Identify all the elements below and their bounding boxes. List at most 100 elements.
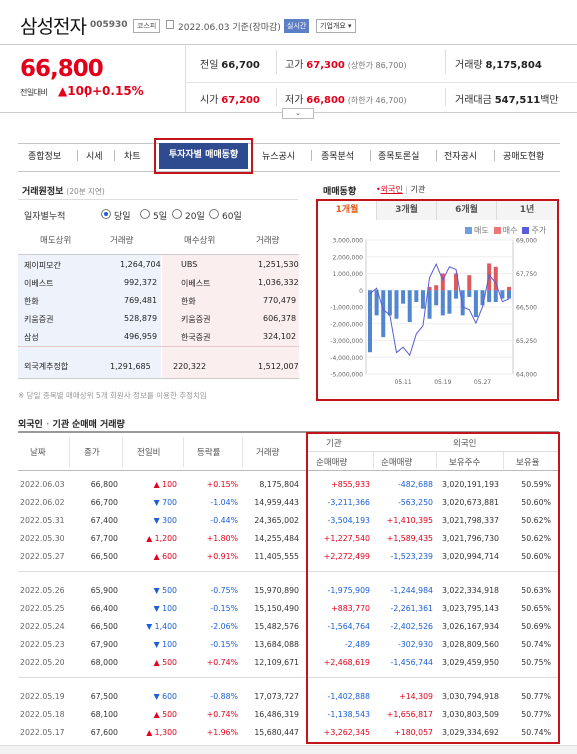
tab-overview[interactable]: 종합정보 xyxy=(28,149,61,162)
company-overview-label: 기업개요 xyxy=(320,22,346,30)
sell-bar xyxy=(401,290,406,304)
base-date: 2022.06.03 기준(장마감) xyxy=(178,23,281,33)
radio-today[interactable] xyxy=(101,209,111,219)
row-volume: 16,486,319 xyxy=(254,710,299,719)
period-tab-1m[interactable]: 1개월 xyxy=(318,201,377,220)
row-close: 67,900 xyxy=(90,640,118,649)
down-arrow-icon: ▼ xyxy=(153,692,163,701)
option-foreign[interactable]: 외국인 xyxy=(381,185,403,194)
row-close: 68,000 xyxy=(90,658,118,667)
row-diff-value: 1,300 xyxy=(154,728,177,737)
company-overview-select[interactable]: 기업개요 ▾ xyxy=(316,19,356,33)
stock-name: 삼성전자 xyxy=(20,16,87,38)
sell-broker: 제이피모간 xyxy=(24,261,61,270)
change-percent: +0.15% xyxy=(92,84,144,98)
row-volume: 24,365,002 xyxy=(254,516,299,525)
up-arrow-icon: ▲ xyxy=(146,534,155,543)
row-rate: +1.80% xyxy=(206,534,238,543)
market-badge: 코스피 xyxy=(133,19,161,33)
option-institution[interactable]: 기관 xyxy=(411,185,426,194)
sell-bar xyxy=(394,290,399,319)
current-price: 66,800 xyxy=(20,56,104,82)
radio-5day-label: 5일 xyxy=(153,212,168,222)
buy-volume: 324,102 xyxy=(263,332,297,341)
row-volume: 12,109,671 xyxy=(254,658,299,667)
row-close: 67,600 xyxy=(90,728,118,737)
inst-foreign-highlight xyxy=(306,432,560,744)
expand-chevron-icon[interactable]: ⌄ xyxy=(282,108,314,119)
row-diff-value: 1,200 xyxy=(154,534,177,543)
sell-bar xyxy=(434,290,439,306)
tab-disclosure[interactable]: 전자공시 xyxy=(444,149,477,162)
row-close: 67,700 xyxy=(90,534,118,543)
row-volume: 15,680,447 xyxy=(254,728,299,737)
divider xyxy=(114,150,115,161)
sell-broker: 삼성 xyxy=(24,333,39,342)
tab-investor-trend[interactable]: 투자자별 매매동향 xyxy=(154,138,253,174)
row-volume: 14,255,484 xyxy=(254,534,299,543)
trader-info-title: 거래원정보 (20분 지연) xyxy=(22,187,105,197)
tab-analysis[interactable]: 종목분석 xyxy=(321,149,354,162)
buy-volume: 770,479 xyxy=(263,296,297,305)
row-diff: ▲ 500 xyxy=(128,710,177,719)
low-price: 저가 66,800 (하한가 46,700) xyxy=(285,95,407,106)
row-date: 2022.05.17 xyxy=(20,728,65,737)
row-close: 67,500 xyxy=(90,692,118,701)
row-diff: ▼ 500 xyxy=(128,586,177,595)
sell-bar xyxy=(507,290,511,299)
radio-20day[interactable] xyxy=(172,209,182,219)
sell-broker: 키움증권 xyxy=(24,315,54,324)
stock-code: 005930 xyxy=(90,20,128,30)
sell-bar xyxy=(467,290,472,297)
row-date: 2022.05.24 xyxy=(20,622,65,631)
sell-bar xyxy=(454,290,459,299)
y-tick-right: 65,250 xyxy=(516,338,537,345)
row-date: 2022.05.23 xyxy=(20,640,65,649)
y-tick-left: 0 xyxy=(359,288,363,295)
row-diff-value: 1,400 xyxy=(154,622,177,631)
sell-volume: 1,264,704 xyxy=(120,260,161,269)
period-tab-1y[interactable]: 1년 xyxy=(497,201,557,220)
radio-60day-label: 60일 xyxy=(222,212,242,222)
period-tab-3m[interactable]: 3개월 xyxy=(377,201,437,220)
sell-bar xyxy=(427,290,432,319)
sell-bar xyxy=(387,290,392,316)
x-tick: 05.27 xyxy=(474,379,491,386)
divider xyxy=(436,150,437,161)
tab-quotes[interactable]: 시세 xyxy=(86,149,103,162)
buy-broker: 한화 xyxy=(181,297,196,306)
sell-bar xyxy=(487,290,492,302)
tab-investor-trend-label: 투자자별 매매동향 xyxy=(159,143,248,169)
row-volume: 15,970,890 xyxy=(254,586,299,595)
y-tick-left: -2,000,000 xyxy=(330,321,363,328)
row-date: 2022.05.18 xyxy=(20,710,65,719)
realtime-button[interactable]: 실시간 xyxy=(284,19,310,33)
row-diff-value: 500 xyxy=(162,710,177,719)
row-date: 2022.05.30 xyxy=(20,534,65,543)
row-diff-value: 600 xyxy=(162,692,177,701)
row-diff: ▼ 300 xyxy=(128,516,177,525)
y-tick-left: 3,000,000 xyxy=(332,238,363,245)
y-tick-left: -1,000,000 xyxy=(330,305,363,312)
row-diff-value: 500 xyxy=(162,586,177,595)
divider xyxy=(242,437,243,467)
sell-bar xyxy=(473,290,478,318)
col-rate: 등락률 xyxy=(197,448,221,458)
tab-discussion[interactable]: 종목토론실 xyxy=(378,149,419,162)
radio-60day[interactable] xyxy=(209,209,219,219)
row-diff-value: 100 xyxy=(162,604,177,613)
calendar-icon xyxy=(166,20,174,29)
y-tick-left: -3,000,000 xyxy=(330,338,363,345)
row-diff: ▼ 100 xyxy=(128,640,177,649)
period-tab-6m[interactable]: 6개월 xyxy=(437,201,497,220)
x-tick: 05.19 xyxy=(434,379,451,386)
sell-bar xyxy=(493,290,498,302)
tab-chart[interactable]: 차트 xyxy=(124,149,141,162)
row-diff: ▼ 1,400 xyxy=(128,622,177,631)
chevron-down-icon: ▾ xyxy=(348,22,352,30)
row-diff-value: 100 xyxy=(162,640,177,649)
radio-5day[interactable] xyxy=(140,209,150,219)
tab-news[interactable]: 뉴스공시 xyxy=(262,149,295,162)
sell-top-header: 매도상위 xyxy=(40,236,72,246)
tab-short-selling[interactable]: 공매도현황 xyxy=(503,149,544,162)
